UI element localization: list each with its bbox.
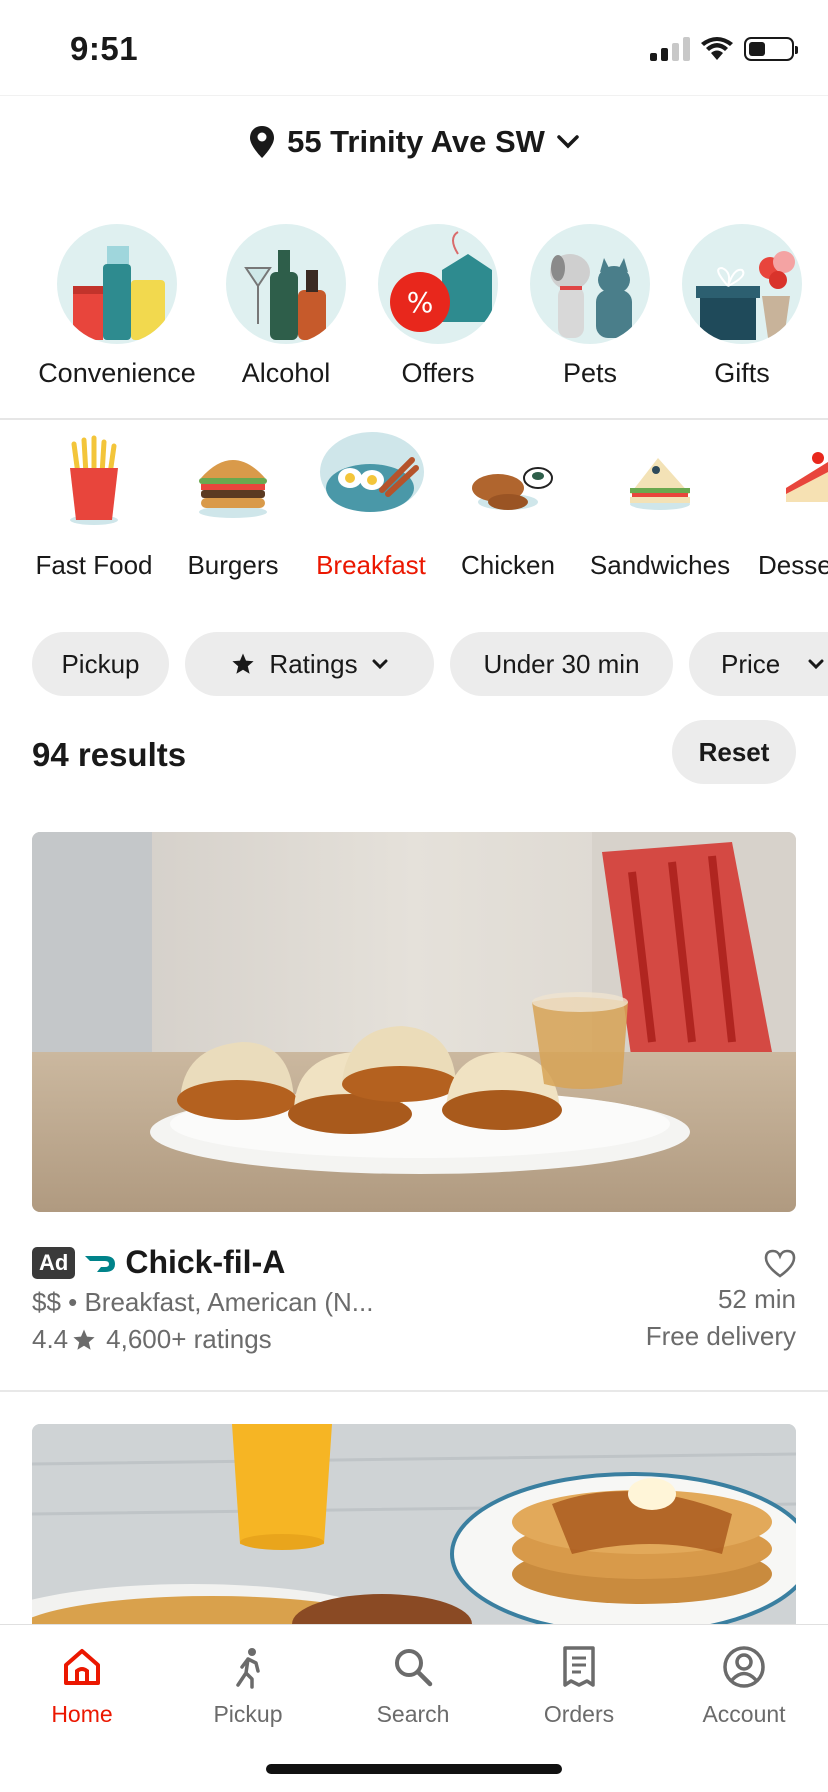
filter-pickup[interactable]: Pickup [32, 632, 169, 696]
chip-label: Ratings [269, 648, 358, 679]
nav-label: Orders [543, 1701, 615, 1727]
cuisine-fast-food[interactable]: Fast Food [32, 432, 156, 581]
store-delivery-fee: Free delivery [645, 1321, 796, 1351]
ad-badge: Ad [32, 1246, 76, 1279]
status-icons [650, 36, 798, 62]
account-icon [723, 1646, 765, 1688]
cuisine-label: Sandwiches [589, 550, 731, 580]
breakfast-icon [316, 432, 426, 528]
nav-label: Account [702, 1701, 786, 1727]
battery-icon [744, 37, 798, 61]
status-bar: 9:51 [0, 0, 828, 96]
offers-icon: % [378, 224, 498, 344]
cuisine-label: Chicken [461, 550, 555, 580]
nav-pickup[interactable]: Pickup [178, 1639, 318, 1728]
gifts-icon [682, 224, 802, 344]
dessert-icon [782, 432, 828, 528]
store-delivery-info: 52 min Free delivery [646, 1244, 796, 1352]
filter-ratings[interactable]: Ratings [185, 632, 434, 696]
orders-icon [563, 1646, 595, 1687]
home-icon [64, 1649, 100, 1685]
fries-icon [44, 432, 144, 528]
vertical-alcohol[interactable]: Alcohol [206, 224, 366, 389]
cuisine-label: Desse [758, 550, 828, 580]
svg-text:%: % [407, 286, 434, 319]
vertical-label: Alcohol [241, 358, 331, 388]
cuisine-label: Breakfast [316, 550, 426, 580]
home-indicator [266, 1764, 562, 1774]
vertical-offers[interactable]: % Offers [358, 224, 518, 389]
vertical-convenience[interactable]: Convenience [37, 224, 197, 389]
status-time: 9:51 [70, 30, 139, 67]
vertical-label: Gifts [714, 358, 770, 388]
cuisine-label: Burgers [187, 550, 279, 580]
pickup-icon [236, 1648, 260, 1689]
chevron-down-icon [557, 135, 579, 149]
search-icon [395, 1649, 433, 1687]
filter-chips[interactable]: Pickup Ratings Under 30 min Price [0, 632, 828, 696]
vertical-label: Convenience [38, 358, 196, 388]
star-icon [73, 1329, 95, 1350]
verticals-carousel[interactable]: Convenience Alcohol % Offers Pets Gifts [0, 224, 828, 420]
cuisine-breakfast[interactable]: Breakfast [310, 432, 432, 581]
cuisine-carousel[interactable]: Fast Food Burgers Breakfast Chicken Sand… [0, 432, 828, 582]
location-pin-icon [250, 126, 275, 158]
nav-label: Pickup [213, 1701, 283, 1727]
sandwich-icon [610, 432, 710, 528]
store-rating: 4.4 [32, 1324, 69, 1354]
results-count: 94 results [32, 736, 187, 773]
address-text: 55 Trinity Ave SW [287, 124, 545, 159]
vertical-label: Pets [562, 358, 618, 388]
divider [0, 1390, 828, 1392]
chevron-down-icon [808, 659, 824, 669]
vertical-label: Offers [401, 358, 475, 388]
chip-label: Price [721, 648, 781, 679]
cuisine-label: Fast Food [35, 550, 153, 580]
store-name: Chick-fil-A [125, 1244, 286, 1280]
address-selector[interactable]: 55 Trinity Ave SW [0, 124, 828, 160]
cuisine-burgers[interactable]: Burgers [180, 432, 286, 581]
dashpass-icon [85, 1255, 116, 1272]
vertical-gifts[interactable]: Gifts [662, 224, 822, 389]
cuisine-chicken[interactable]: Chicken [455, 432, 561, 581]
vertical-pets[interactable]: Pets [510, 224, 670, 389]
cellular-signal-icon [650, 37, 690, 61]
wifi-icon [701, 37, 733, 60]
heart-icon[interactable] [764, 1249, 796, 1279]
cuisine-desserts[interactable]: Desse [758, 432, 828, 581]
nav-account[interactable]: Account [674, 1639, 814, 1728]
chicken-icon [458, 432, 558, 528]
nav-label: Search [376, 1701, 450, 1727]
chip-label: Pickup [61, 648, 140, 679]
nav-orders[interactable]: Orders [509, 1639, 649, 1728]
store-image-2[interactable] [32, 1424, 796, 1624]
convenience-icon [57, 224, 177, 344]
cuisine-sandwiches[interactable]: Sandwiches [584, 432, 736, 581]
burger-icon [183, 432, 283, 528]
reset-button[interactable]: Reset [672, 720, 796, 784]
filter-price[interactable]: Price [689, 632, 828, 696]
nav-home[interactable]: Home [12, 1639, 152, 1728]
chip-label: Under 30 min [483, 648, 640, 679]
store-card-chick-fil-a[interactable]: Ad Chick-fil-A $$ • Breakfast, American … [32, 1244, 796, 1355]
filter-under-30-min[interactable]: Under 30 min [450, 632, 673, 696]
star-icon [232, 653, 255, 674]
pets-icon [530, 224, 650, 344]
alcohol-icon [226, 224, 346, 344]
chevron-down-icon [372, 659, 388, 669]
store-image-chick-fil-a[interactable] [32, 832, 796, 1212]
nav-label: Home [51, 1701, 113, 1727]
store-ratings-count: 4,600+ ratings [106, 1324, 272, 1354]
nav-search[interactable]: Search [343, 1639, 483, 1728]
store-eta: 52 min [717, 1284, 796, 1314]
